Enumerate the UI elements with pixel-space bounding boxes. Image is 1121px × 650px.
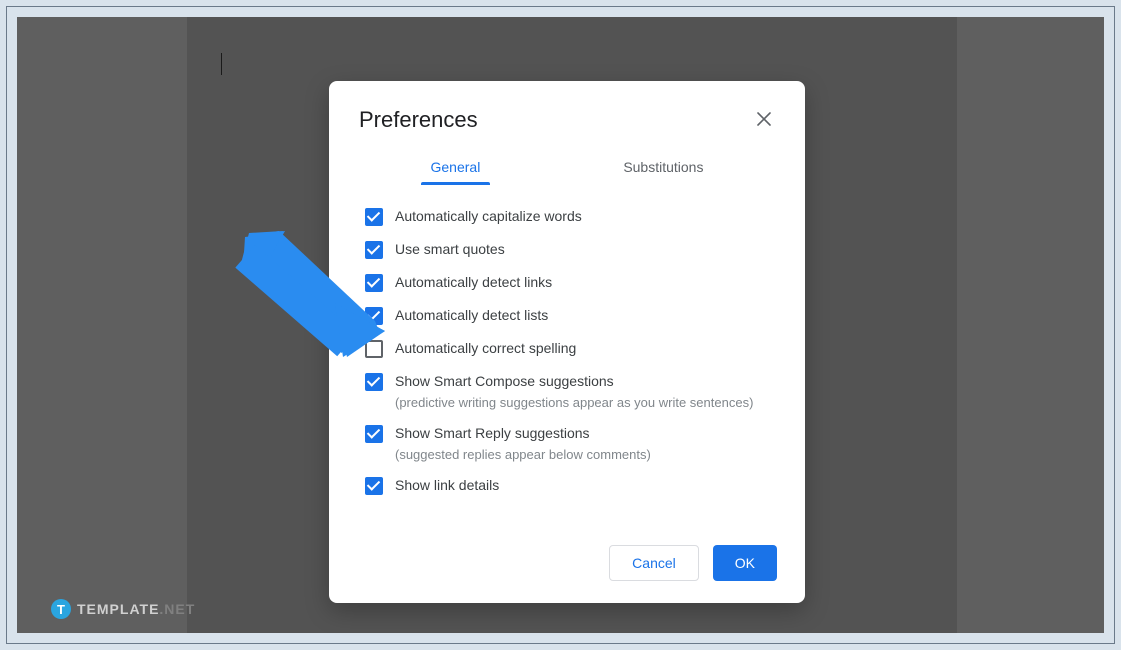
watermark-badge-icon: T xyxy=(51,599,71,619)
label-smart-reply: Show Smart Reply suggestions xyxy=(395,424,651,443)
option-smart-quotes: Use smart quotes xyxy=(365,240,775,259)
checkbox-link-details[interactable] xyxy=(365,477,383,495)
label-correct-spelling: Automatically correct spelling xyxy=(395,339,576,358)
option-link-details: Show link details xyxy=(365,476,775,495)
preferences-dialog: Preferences General Substitutions Automa… xyxy=(329,81,805,603)
label-smart-compose: Show Smart Compose suggestions xyxy=(395,372,753,391)
dialog-title: Preferences xyxy=(359,107,478,133)
app-background: Preferences General Substitutions Automa… xyxy=(17,17,1104,633)
checkbox-detect-lists[interactable] xyxy=(365,307,383,325)
checkbox-smart-quotes[interactable] xyxy=(365,241,383,259)
checkbox-smart-compose[interactable] xyxy=(365,373,383,391)
label-link-details: Show link details xyxy=(395,476,499,495)
label-smart-quotes: Use smart quotes xyxy=(395,240,505,259)
option-correct-spelling: Automatically correct spelling xyxy=(365,339,775,358)
watermark: T TEMPLATE.NET xyxy=(51,599,195,619)
sub-smart-compose: (predictive writing suggestions appear a… xyxy=(395,395,753,410)
tab-general[interactable]: General xyxy=(427,151,485,185)
label-auto-capitalize: Automatically capitalize words xyxy=(395,207,582,226)
cancel-button[interactable]: Cancel xyxy=(609,545,699,581)
options-list: Automatically capitalize words Use smart… xyxy=(359,207,775,495)
label-detect-links: Automatically detect links xyxy=(395,273,552,292)
close-icon[interactable] xyxy=(753,107,775,133)
text-cursor xyxy=(221,53,222,75)
option-detect-links: Automatically detect links xyxy=(365,273,775,292)
dialog-header: Preferences xyxy=(359,107,775,133)
watermark-text: TEMPLATE.NET xyxy=(77,601,195,617)
option-smart-compose: Show Smart Compose suggestions (predicti… xyxy=(365,372,775,410)
watermark-suffix: .NET xyxy=(159,601,195,617)
tab-substitutions[interactable]: Substitutions xyxy=(619,151,707,185)
ok-button[interactable]: OK xyxy=(713,545,777,581)
dialog-footer: Cancel OK xyxy=(609,545,777,581)
checkbox-smart-reply[interactable] xyxy=(365,425,383,443)
watermark-name: TEMPLATE xyxy=(77,601,159,617)
label-detect-lists: Automatically detect lists xyxy=(395,306,548,325)
option-smart-reply: Show Smart Reply suggestions (suggested … xyxy=(365,424,775,462)
sub-smart-reply: (suggested replies appear below comments… xyxy=(395,447,651,462)
tabs: General Substitutions xyxy=(359,151,775,185)
checkbox-detect-links[interactable] xyxy=(365,274,383,292)
option-auto-capitalize: Automatically capitalize words xyxy=(365,207,775,226)
checkbox-correct-spelling[interactable] xyxy=(365,340,383,358)
outer-frame: Preferences General Substitutions Automa… xyxy=(6,6,1115,644)
option-detect-lists: Automatically detect lists xyxy=(365,306,775,325)
checkbox-auto-capitalize[interactable] xyxy=(365,208,383,226)
